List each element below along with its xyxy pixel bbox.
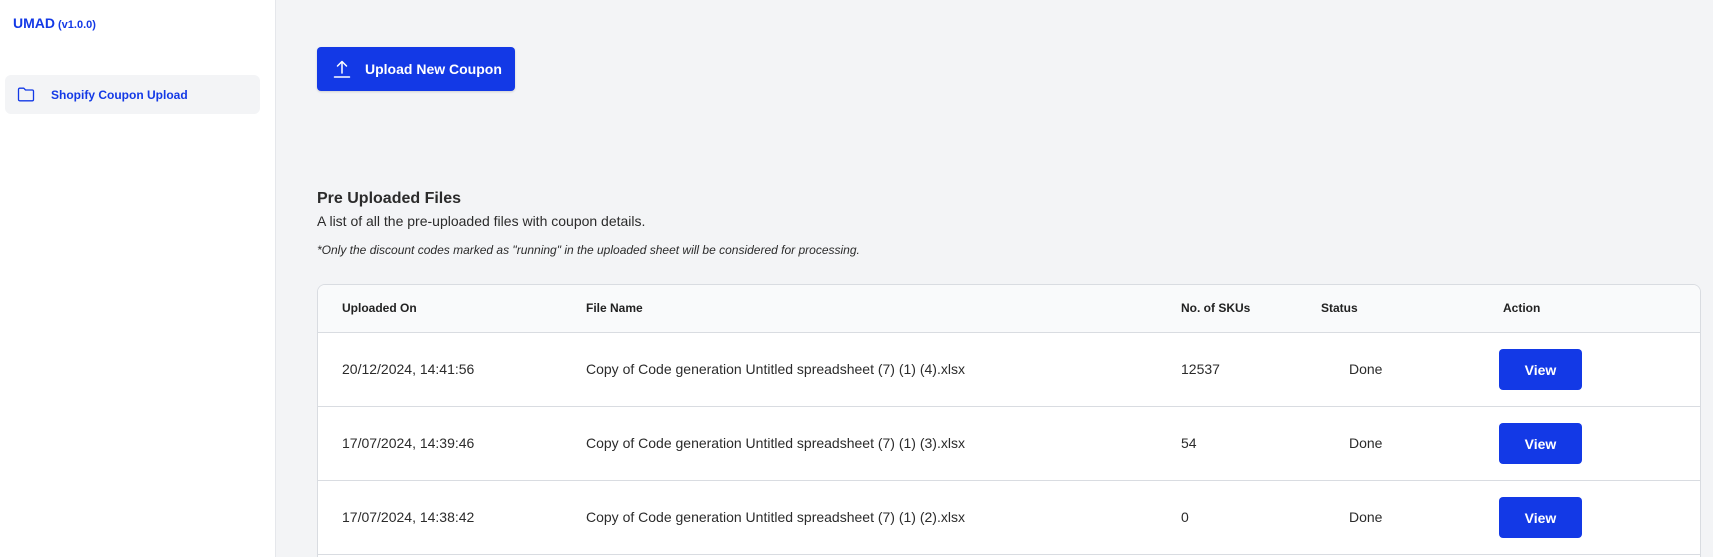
- table-header: Uploaded On File Name No. of SKUs Status…: [318, 285, 1700, 333]
- cell-skus: 54: [1181, 435, 1197, 451]
- app-name: UMAD: [13, 15, 55, 31]
- sidebar-item-shopify-coupon-upload[interactable]: Shopify Coupon Upload: [5, 75, 260, 114]
- section-note: *Only the discount codes marked as "runn…: [317, 243, 860, 257]
- app-brand: UMAD (v1.0.0): [13, 15, 96, 31]
- table-row: 17/07/2024, 14:39:46 Copy of Code genera…: [318, 407, 1700, 481]
- cell-uploaded-on: 17/07/2024, 14:39:46: [342, 435, 475, 451]
- upload-button-label: Upload New Coupon: [365, 61, 502, 77]
- column-header-uploaded-on: Uploaded On: [342, 301, 417, 315]
- cell-uploaded-on: 17/07/2024, 14:38:42: [342, 509, 475, 525]
- cell-file-name: Copy of Code generation Untitled spreads…: [586, 361, 965, 377]
- cell-skus: 12537: [1181, 361, 1220, 377]
- table-row: 17/07/2024, 14:38:42 Copy of Code genera…: [318, 481, 1700, 555]
- column-header-skus: No. of SKUs: [1181, 301, 1251, 315]
- app-version: (v1.0.0): [58, 19, 96, 31]
- view-button[interactable]: View: [1499, 423, 1582, 464]
- section-title: Pre Uploaded Files: [317, 190, 462, 207]
- sidebar-item-label: Shopify Coupon Upload: [51, 87, 188, 102]
- cell-skus: 0: [1181, 509, 1189, 525]
- upload-new-coupon-button[interactable]: Upload New Coupon: [317, 47, 515, 91]
- column-header-action: Action: [1503, 301, 1541, 315]
- files-table: Uploaded On File Name No. of SKUs Status…: [317, 284, 1701, 557]
- view-button[interactable]: View: [1499, 349, 1582, 390]
- cell-status: Done: [1349, 435, 1383, 451]
- app-root: UMAD (v1.0.0) Shopify Coupon Upload Uploa…: [0, 0, 1713, 557]
- section-description: A list of all the pre-uploaded files wit…: [317, 213, 646, 229]
- folder-icon: [17, 87, 35, 103]
- column-header-file-name: File Name: [586, 301, 643, 315]
- main-content: Upload New Coupon Pre Uploaded Files A l…: [276, 0, 1713, 557]
- column-header-status: Status: [1321, 301, 1358, 315]
- table-row: 20/12/2024, 14:41:56 Copy of Code genera…: [318, 333, 1700, 407]
- cell-status: Done: [1349, 361, 1383, 377]
- cell-status: Done: [1349, 509, 1383, 525]
- cell-file-name: Copy of Code generation Untitled spreads…: [586, 435, 965, 451]
- view-button[interactable]: View: [1499, 497, 1582, 538]
- sidebar: UMAD (v1.0.0) Shopify Coupon Upload: [0, 0, 276, 557]
- upload-icon: [333, 59, 351, 79]
- cell-uploaded-on: 20/12/2024, 14:41:56: [342, 361, 475, 377]
- cell-file-name: Copy of Code generation Untitled spreads…: [586, 509, 965, 525]
